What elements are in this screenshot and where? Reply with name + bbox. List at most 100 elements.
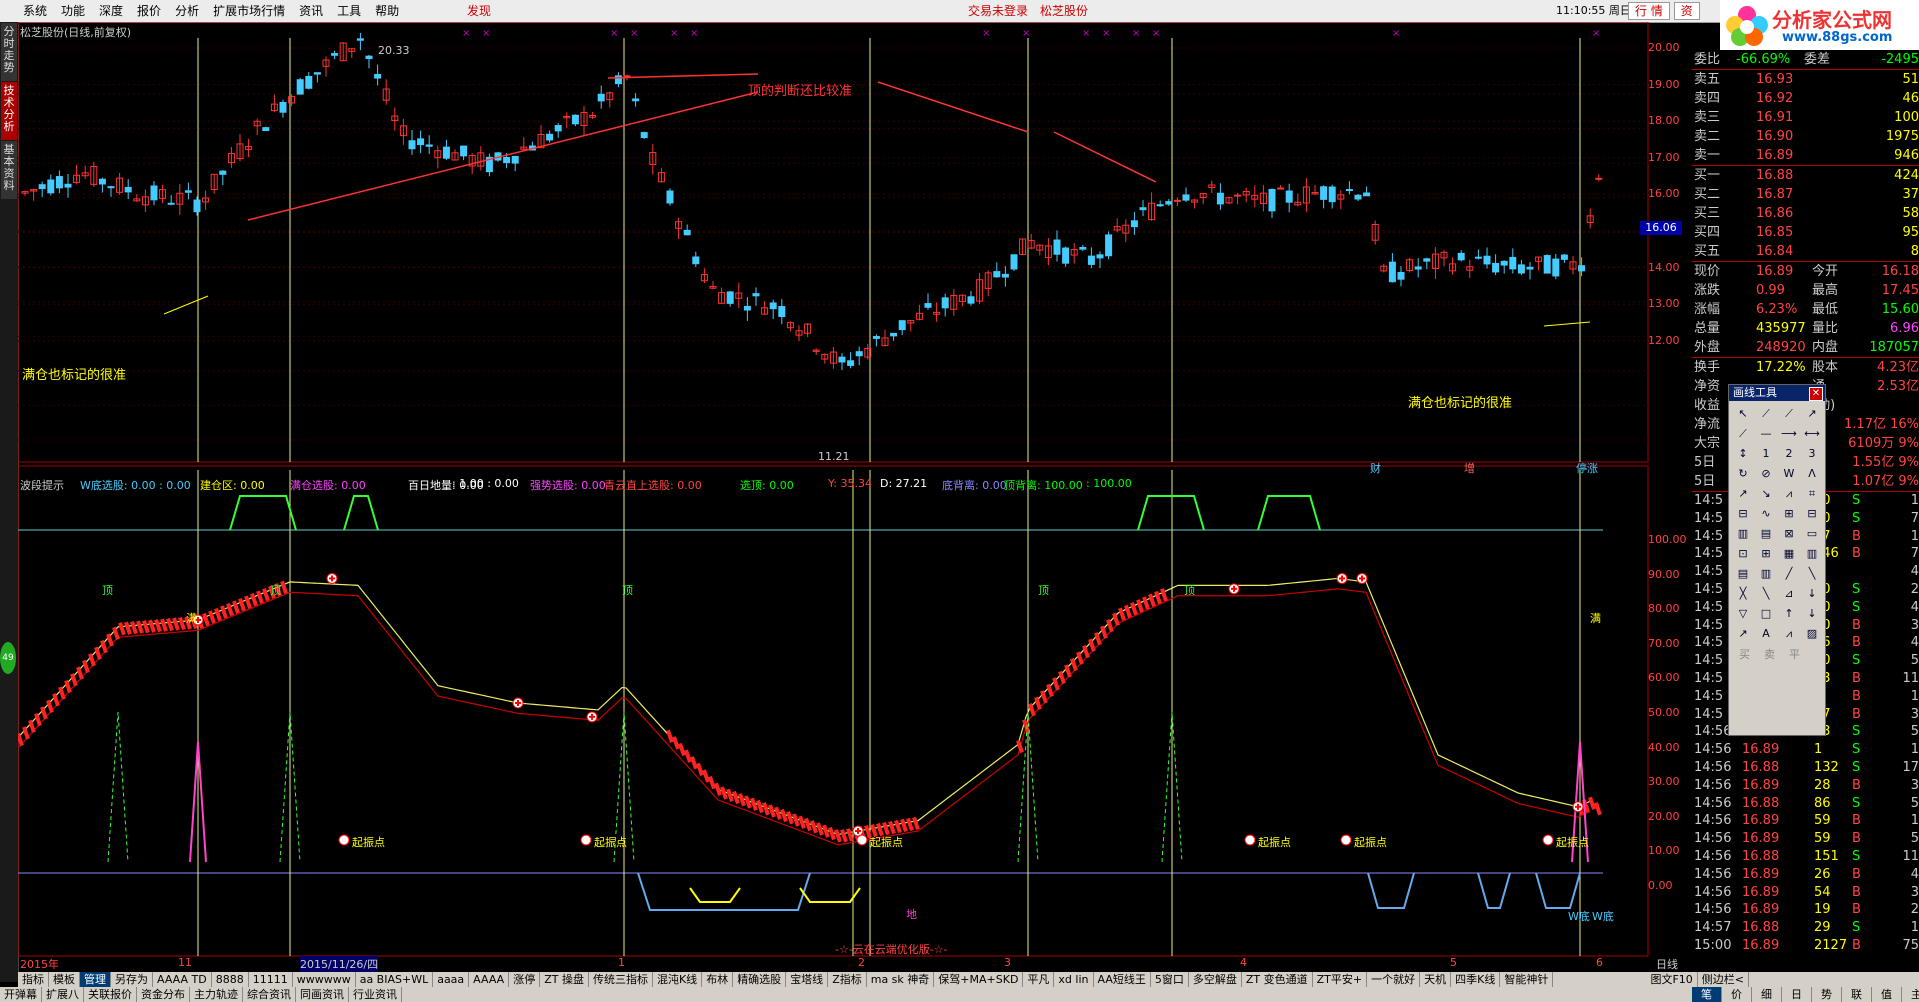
draw-tool-icon[interactable]: Λ [1801, 464, 1823, 483]
menu-item-4[interactable]: 分析 [168, 0, 206, 22]
draw-tool-icon[interactable]: ▤ [1755, 524, 1777, 543]
tab-intraday[interactable]: 分时走势 [1, 23, 17, 81]
draw-tool-icon[interactable]: ⟋ [1778, 404, 1800, 423]
quote-tab[interactable]: 势 [1812, 987, 1842, 1002]
draw-tool-icon[interactable]: ↗ [1732, 484, 1754, 503]
menu-item-8[interactable]: 帮助 [368, 0, 406, 22]
buy-button[interactable]: 买 [1739, 646, 1750, 662]
tab-market[interactable]: 行 情 [1628, 2, 1670, 20]
draw-tool-icon[interactable]: ↖ [1732, 404, 1754, 423]
draw-tool-icon[interactable]: ▨ [1801, 624, 1823, 643]
draw-tool-icon[interactable]: ╳ [1732, 584, 1754, 603]
draw-tool-icon[interactable]: ▥ [1755, 564, 1777, 583]
flat-button[interactable]: 平 [1789, 646, 1800, 662]
draw-tool-icon[interactable]: ↻ [1732, 464, 1754, 483]
extension-tab[interactable]: 关联报价 [84, 987, 137, 1002]
draw-tool-icon[interactable]: ╲ [1755, 584, 1777, 603]
draw-tools-titlebar[interactable]: 画线工具 ✕ [1729, 385, 1825, 401]
draw-tool-icon[interactable]: ↗ [1732, 624, 1754, 643]
indicator-tab[interactable]: 8888 [212, 972, 249, 987]
indicator-tab[interactable]: ZT平安+ [1313, 972, 1368, 987]
draw-tool-icon[interactable]: ▭ [1801, 524, 1823, 543]
draw-tool-icon[interactable]: W [1778, 464, 1800, 483]
indicator-tab[interactable]: 四季K线 [1451, 972, 1501, 987]
draw-tool-icon[interactable]: ⟋ [1732, 424, 1754, 443]
draw-tool-icon[interactable]: ⊘ [1755, 464, 1777, 483]
draw-tool-icon[interactable]: 2 [1778, 444, 1800, 463]
indicator-tab[interactable]: 布林 [702, 972, 734, 987]
quote-tab[interactable]: 主 [1902, 987, 1919, 1002]
draw-tool-icon[interactable]: ⌗ [1801, 484, 1823, 503]
draw-tool-icon[interactable]: □ [1755, 604, 1777, 623]
draw-tool-icon[interactable]: 3 [1801, 444, 1823, 463]
draw-tool-icon[interactable]: ⊿ [1778, 584, 1800, 603]
menu-item-3[interactable]: 报价 [130, 0, 168, 22]
discover-menu[interactable]: 发现 [460, 0, 498, 22]
panel-toggle[interactable]: 图文F10 [1646, 972, 1698, 987]
draw-tool-icon[interactable]: ↓ [1801, 584, 1823, 603]
draw-tool-icon[interactable]: ╱ [1778, 564, 1800, 583]
draw-tool-icon[interactable]: ╲ [1801, 564, 1823, 583]
indicator-tab[interactable]: Z指标 [828, 972, 867, 987]
draw-tool-icon[interactable]: ▥ [1801, 544, 1823, 563]
indicator-tab[interactable]: 传统三指标 [589, 972, 653, 987]
draw-tool-icon[interactable]: ▦ [1778, 544, 1800, 563]
indicator-tab[interactable]: 多空解盘 [1189, 972, 1242, 987]
draw-tool-icon[interactable]: ⊡ [1732, 544, 1754, 563]
indicator-tab[interactable]: 管理 [80, 972, 111, 987]
indicator-tab[interactable]: 涨停 [509, 972, 541, 987]
draw-tool-icon[interactable]: ⊠ [1778, 524, 1800, 543]
draw-tool-icon[interactable]: ⊟ [1801, 504, 1823, 523]
draw-tool-icon[interactable]: ↗ [1801, 404, 1823, 423]
draw-tool-icon[interactable]: A [1755, 624, 1777, 643]
menu-item-2[interactable]: 深度 [92, 0, 130, 22]
quote-tab[interactable]: 笔 [1692, 987, 1722, 1002]
draw-tool-icon[interactable]: ⩘ [1778, 624, 1800, 643]
draw-tools-window[interactable]: 画线工具 ✕ ↖ ⟋ ⟋ ↗ ⟋ — ⟶ ⟷ ↕ 1 2 3 ↻ ⊘ W Λ ↗ ↘ ⩘ ⌗ ⊟ ∿ ⊞ ⊟ ▥ ▤ ⊠ ▭ ⊡ ⊞ ▦ ▥ ▤… [1728, 384, 1826, 736]
extension-tab[interactable]: 同画资讯 [296, 987, 349, 1002]
tab-info[interactable]: 资 [1673, 2, 1700, 20]
extension-tab[interactable]: 开弹幕 [0, 987, 42, 1002]
extension-tab[interactable]: 综合资讯 [243, 987, 296, 1002]
indicator-tab[interactable]: ma sk 神奇 [867, 972, 935, 987]
indicator-tab[interactable]: aa BIAS+WL [356, 972, 434, 987]
side-badge[interactable]: 49 [0, 642, 16, 674]
quote-tab[interactable]: 价 [1722, 987, 1752, 1002]
draw-tool-icon[interactable]: ↘ [1755, 484, 1777, 503]
indicator-tab[interactable]: AAAA [469, 972, 510, 987]
draw-tool-icon[interactable]: ⩘ [1778, 484, 1800, 503]
draw-tool-icon[interactable]: ▥ [1732, 524, 1754, 543]
draw-tool-icon[interactable]: ⊞ [1755, 544, 1777, 563]
indicator-tab[interactable]: aaaa [433, 972, 470, 987]
menu-item-6[interactable]: 资讯 [292, 0, 330, 22]
menu-item-5[interactable]: 扩展市场行情 [206, 0, 292, 22]
tab-fundamentals[interactable]: 基本资料 [1, 141, 17, 199]
indicator-tab[interactable]: ZT 变色通道 [1242, 972, 1313, 987]
indicator-tab[interactable]: AA短线王 [1094, 972, 1151, 987]
indicator-tab[interactable]: 平凡 [1023, 972, 1055, 987]
draw-tool-icon[interactable]: ⟶ [1778, 424, 1800, 443]
draw-tool-icon[interactable]: ▤ [1732, 564, 1754, 583]
indicator-tab[interactable]: 智能神针 [1500, 972, 1554, 987]
draw-tool-icon[interactable]: — [1755, 424, 1777, 443]
tab-technical[interactable]: 技术分析 [1, 82, 17, 140]
indicator-tab[interactable]: 一个就好 [1367, 972, 1421, 987]
indicator-tab[interactable]: 保驾+MA+SKD [934, 972, 1024, 987]
extension-tab[interactable]: 扩展八 [42, 987, 84, 1002]
draw-tool-icon[interactable]: ▽ [1732, 604, 1754, 623]
discover-label[interactable]: 发现 [460, 0, 498, 22]
indicator-tab[interactable]: AAAA TD [153, 972, 212, 987]
indicator-tab[interactable]: 宝塔线 [786, 972, 829, 987]
quote-tab[interactable]: 细 [1752, 987, 1782, 1002]
indicator-tab[interactable]: 指标 [18, 972, 49, 987]
draw-tool-icon[interactable]: ∿ [1755, 504, 1777, 523]
quote-tab[interactable]: 日 [1782, 987, 1812, 1002]
draw-tool-icon[interactable]: 1 [1755, 444, 1777, 463]
extension-tab[interactable]: 行业资讯 [349, 987, 402, 1002]
draw-tool-icon[interactable]: ↓ [1801, 604, 1823, 623]
sell-button[interactable]: 卖 [1764, 646, 1775, 662]
menu-item-0[interactable]: 系统 [16, 0, 54, 22]
indicator-tab[interactable]: 5窗口 [1151, 972, 1189, 987]
quote-tab[interactable]: 值 [1872, 987, 1902, 1002]
menu-item-7[interactable]: 工具 [330, 0, 368, 22]
